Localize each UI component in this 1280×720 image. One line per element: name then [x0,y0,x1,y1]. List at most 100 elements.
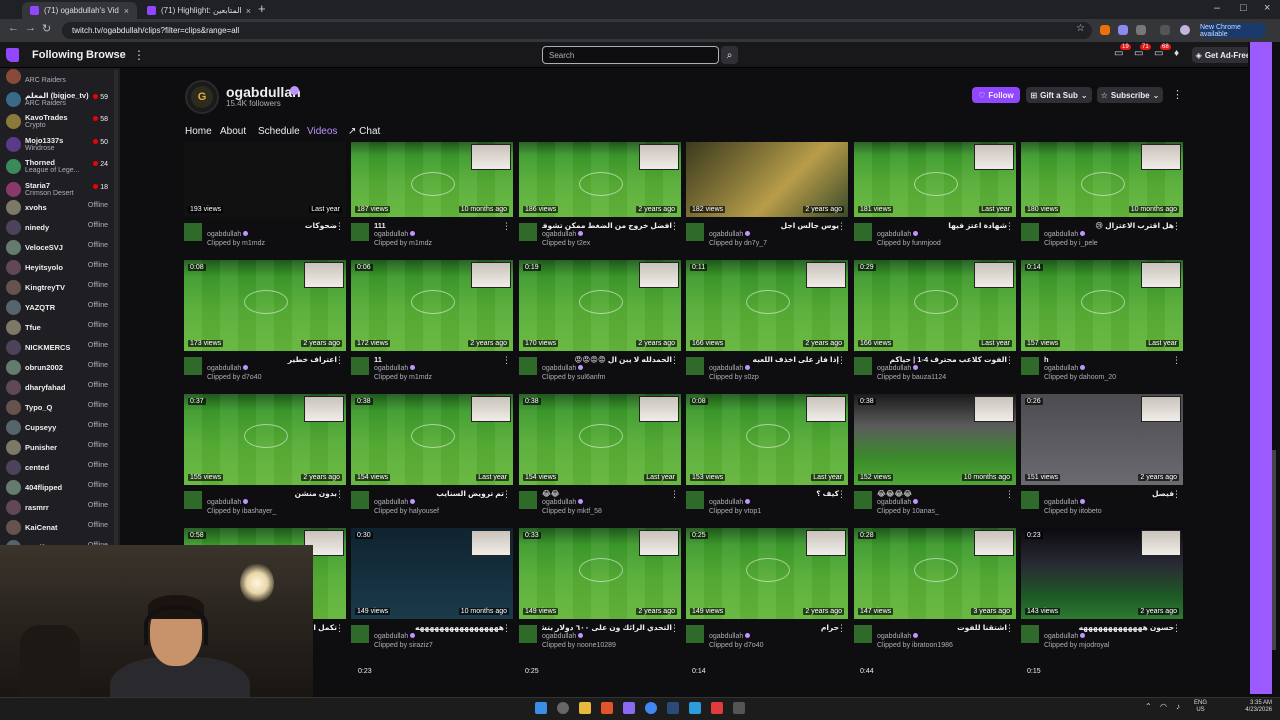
clip-more-icon[interactable]: ⋮ [1172,623,1181,634]
clip-channel-avatar[interactable] [854,491,872,509]
browser-tab[interactable]: (71) Highlight: رايكون المتابعين × [139,2,259,19]
clip-channel-avatar[interactable] [1021,223,1039,241]
clip-channel-name[interactable]: ogabdullah [374,231,416,238]
clipped-by[interactable]: Clipped by vtop1 [709,508,761,515]
new-tab-button[interactable]: + [258,1,266,16]
clip-channel-avatar[interactable] [351,357,369,375]
page-scrollbar[interactable] [1272,450,1276,650]
clip-channel-name[interactable]: ogabdullah [1044,499,1086,506]
clip-thumbnail[interactable]: 0:06 172 views 2 years ago [351,260,513,351]
tab-home[interactable]: Home [185,126,212,137]
clip-thumbnail[interactable]: 0:25 149 views 2 years ago [686,528,848,619]
close-tab-icon[interactable]: × [124,6,129,16]
sidebar-channel[interactable]: Staria7 Crimson Desert 18 [0,180,120,200]
clip-more-icon[interactable]: ⋮ [502,489,511,500]
clip-thumbnail[interactable]: 0:29 166 views Last year [854,260,1016,351]
url-bar[interactable]: twitch.tv/ogabdullah/clips?filter=clips&… [62,22,1092,39]
clip-thumbnail[interactable]: 0:11 166 views 2 years ago [686,260,848,351]
sidebar-channel-offline[interactable]: dharyfahad Offline [0,378,120,398]
sidebar-channel-offline[interactable]: Cupseyy Offline [0,418,120,438]
clip-title[interactable]: 11 [374,355,504,364]
get-ad-free-button[interactable]: ◈ Get Ad-Free [1192,47,1254,63]
sidebar-scrollbar[interactable] [114,70,118,545]
tab-about[interactable]: About [220,126,246,137]
new-chrome-available-button[interactable]: New Chrome available [1200,23,1266,38]
clipped-by[interactable]: Clipped by siraziz7 [374,642,433,649]
bookmark-star-icon[interactable]: ☆ [1076,23,1085,34]
clip-thumbnail[interactable]: 0:38 154 views Last year [351,394,513,485]
clip-more-icon[interactable]: ⋮ [670,489,679,500]
search-input[interactable]: Search [542,46,719,64]
clip-thumbnail[interactable]: 0:08 153 views Last year [686,394,848,485]
clip-channel-avatar[interactable] [686,491,704,509]
clip-channel-avatar[interactable] [184,491,202,509]
clip-title[interactable]: 😂😂😂😂 [877,489,1007,498]
clip-channel-name[interactable]: ogabdullah [709,499,751,506]
clip-more-icon[interactable]: ⋮ [1005,489,1014,500]
clip-thumbnail[interactable]: 181 views Last year [854,142,1016,217]
clip-channel-avatar[interactable] [686,625,704,643]
clip-channel-name[interactable]: ogabdullah [709,365,751,372]
sidebar-channel-offline[interactable]: VeloceSVJ Offline [0,238,120,258]
clip-title[interactable]: هل اقترب الاعتزال 😢 [1044,221,1174,230]
reload-icon[interactable]: ↻ [42,22,51,35]
clip-channel-name[interactable]: ogabdullah [542,499,584,506]
clip-more-icon[interactable]: ⋮ [335,489,344,500]
clipped-by[interactable]: Clipped by ibratoon1986 [877,642,953,649]
clip-channel-name[interactable]: ogabdullah [374,365,416,372]
clipped-by[interactable]: Clipped by funmjood [877,240,941,247]
sidepanel-icon[interactable] [1160,25,1170,35]
extension-icon[interactable] [1100,25,1110,35]
clip-more-icon[interactable]: ⋮ [1172,489,1181,500]
clip-title[interactable]: التحدي الرائك ون على ٦٠٠ دولار بتشكيلة ا… [542,623,672,632]
clip-channel-name[interactable]: ogabdullah [542,231,584,238]
clock[interactable]: 3:35 AM 4/23/2026 [1222,700,1272,714]
clip-thumbnail[interactable]: 0:14 157 views Last year [1021,260,1183,351]
tab-schedule[interactable]: Schedule [258,126,300,137]
clip-channel-avatar[interactable] [519,625,537,643]
notifications-icon[interactable]: ▭ 68 [1154,44,1171,59]
sidebar-channel-offline[interactable]: rasmrr Offline [0,498,120,518]
clipped-by[interactable]: Clipped by sul6anfm [542,374,605,381]
clip-more-icon[interactable]: ⋮ [335,221,344,232]
clip-channel-name[interactable]: ogabdullah [709,633,751,640]
clip-channel-name[interactable]: ogabdullah [877,365,919,372]
minimize-icon[interactable]: – [1214,2,1220,14]
clip-thumbnail[interactable]: 182 views 2 years ago [686,142,848,217]
sidebar-channel-offline[interactable]: Typo_Q Offline [0,398,120,418]
sidebar-channel[interactable]: ARC Raiders [0,67,120,87]
clip-thumbnail[interactable]: 186 views 2 years ago [519,142,681,217]
tray-chevron-icon[interactable]: ⌃ [1145,702,1152,711]
clip-channel-avatar[interactable] [854,357,872,375]
clip-more-icon[interactable]: ⋮ [1172,355,1181,366]
clip-channel-name[interactable]: ogabdullah [542,365,584,372]
clip-channel-name[interactable]: ogabdullah [542,633,584,640]
crown-icon[interactable]: ♦ [1174,48,1179,59]
channel-more-icon[interactable]: ⋮ [1172,88,1183,101]
clip-more-icon[interactable]: ⋮ [837,355,846,366]
clip-more-icon[interactable]: ⋮ [837,221,846,232]
clip-channel-name[interactable]: ogabdullah [877,499,919,506]
clip-channel-avatar[interactable] [184,357,202,375]
clip-channel-name[interactable]: ogabdullah [1044,231,1086,238]
clip-thumbnail[interactable]: 0:28 147 views 3 years ago [854,528,1016,619]
app-icon[interactable] [711,702,723,714]
following-link[interactable]: Following [32,49,83,61]
clip-channel-name[interactable]: ogabdullah [1044,365,1086,372]
discord-icon[interactable] [623,702,635,714]
gift-sub-button[interactable]: ⊞ Gift a Sub ⌄ [1026,87,1092,103]
clipped-by[interactable]: Clipped by m1mdz [374,374,432,381]
sidebar-channel-offline[interactable]: 404flipped Offline [0,478,120,498]
clipped-by[interactable]: Clipped by i_pele [1044,240,1098,247]
sidebar-channel-offline[interactable]: NICKMERCS Offline [0,338,120,358]
clip-channel-avatar[interactable] [519,223,537,241]
chat-collapsed-panel[interactable] [1250,42,1272,694]
clipped-by[interactable]: Clipped by noone10289 [542,642,616,649]
sidebar-channel-offline[interactable]: Tfue Offline [0,318,120,338]
close-window-icon[interactable]: × [1264,2,1270,14]
steam-icon[interactable] [667,702,679,714]
sidebar-channel-offline[interactable]: KingtreyTV Offline [0,278,120,298]
clip-thumbnail[interactable]: 0:26 151 views 2 years ago [1021,394,1183,485]
clip-title[interactable]: بدون منشن [207,489,337,498]
sidebar-channel[interactable]: Mojo1337s Windrose 50 [0,135,120,155]
